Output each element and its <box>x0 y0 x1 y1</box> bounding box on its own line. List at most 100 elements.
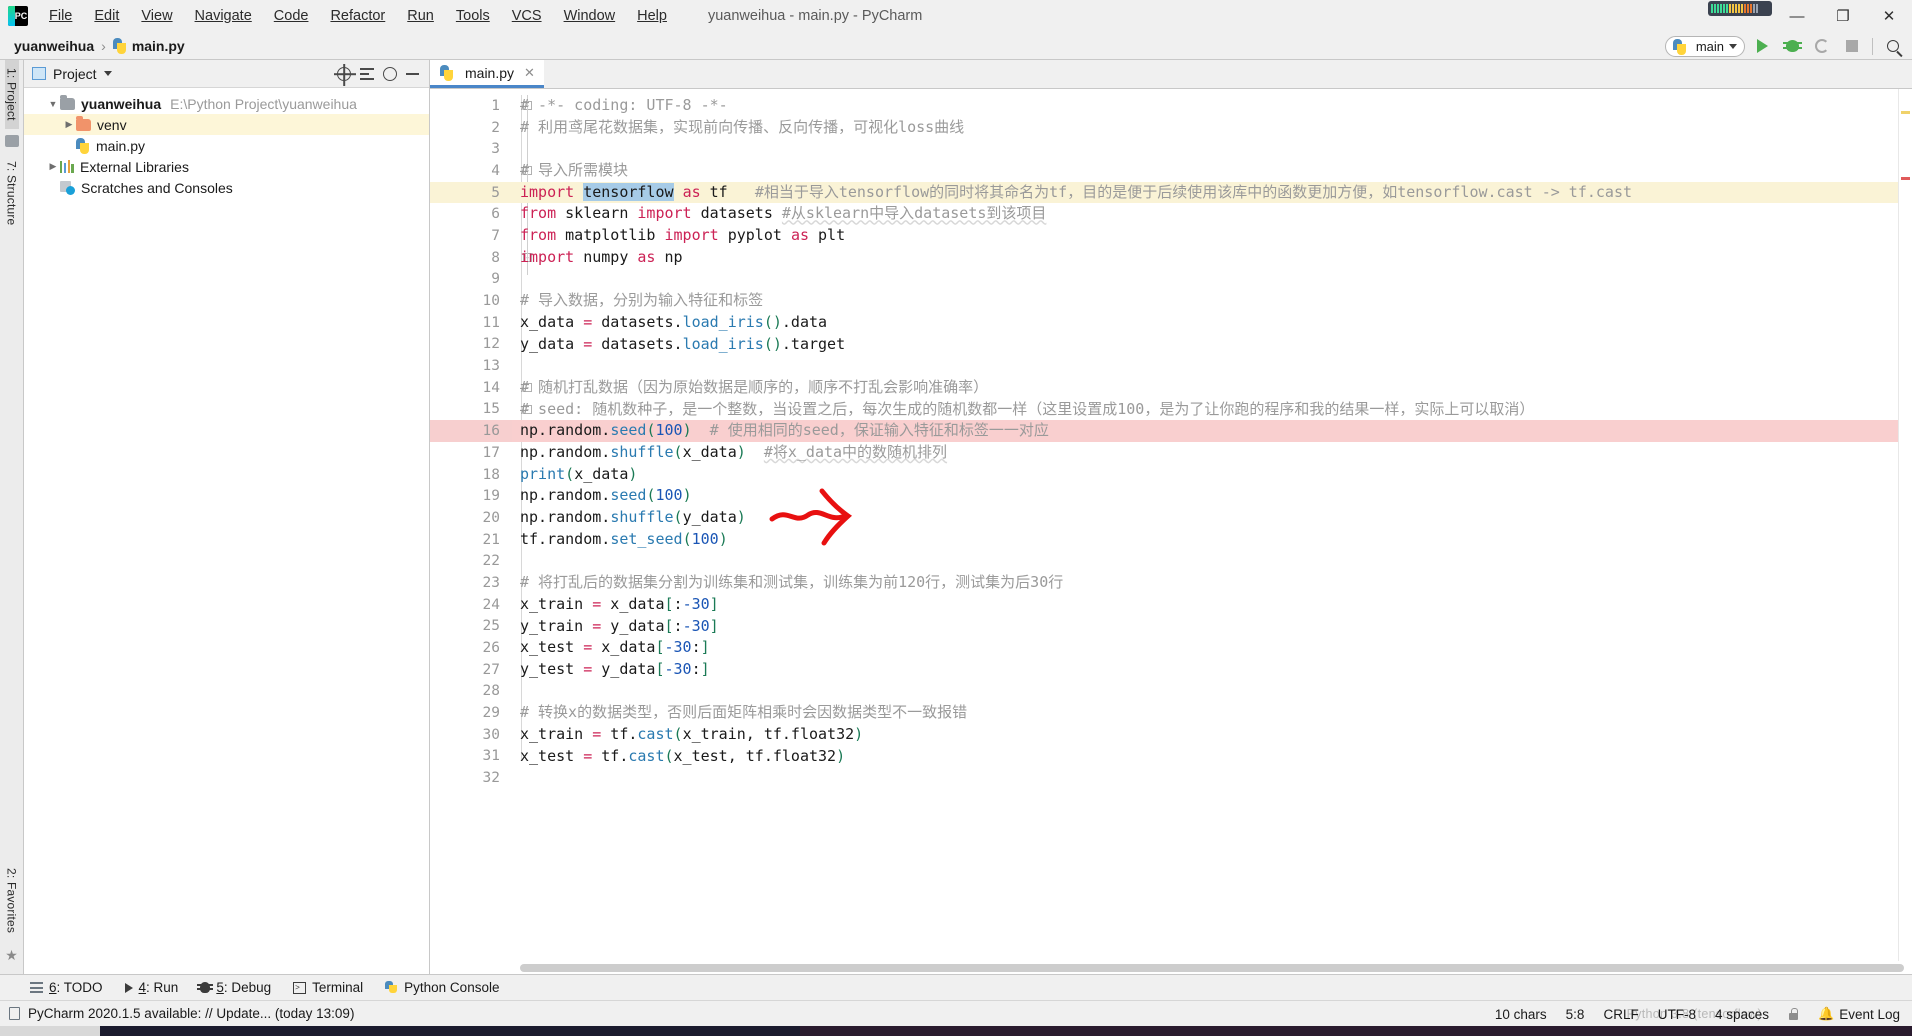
sidebar-item-project[interactable]: 1: Project <box>4 60 19 129</box>
code-line-27[interactable]: y_test = y_data[-30:] <box>512 659 1898 681</box>
code-line-2[interactable]: # 利用鸢尾花数据集，实现前向传播、反向传播，可视化loss曲线 <box>512 117 1898 139</box>
status-message[interactable]: PyCharm 2020.1.5 available: // Update...… <box>28 1006 354 1021</box>
code-line-20[interactable]: np.random.shuffle(y_data) <box>512 507 1898 529</box>
code-line-24[interactable]: x_train = x_data[:-30] <box>512 594 1898 616</box>
menu-item-edit[interactable]: Edit <box>83 4 130 28</box>
gutter-line-13[interactable]: 13 <box>430 355 512 377</box>
debug-button[interactable] <box>1779 34 1805 58</box>
sidebar-item-favorites[interactable]: 2: Favorites <box>5 860 19 941</box>
menu-item-window[interactable]: Window <box>553 4 627 28</box>
gutter-line-20[interactable]: 20 <box>430 507 512 529</box>
gutter-line-12[interactable]: 12 <box>430 334 512 356</box>
gutter-line-32[interactable]: 32 <box>430 767 512 789</box>
tool-window-python-console[interactable]: Python Console <box>385 980 499 995</box>
gutter-line-22[interactable]: 22 <box>430 550 512 572</box>
tree-item-main-py[interactable]: main.py <box>24 135 429 156</box>
code-line-19[interactable]: np.random.seed(100) <box>512 485 1898 507</box>
gutter-line-26[interactable]: 26 <box>430 637 512 659</box>
gutter-line-7[interactable]: 7 <box>430 225 512 247</box>
gutter-line-18[interactable]: 18 <box>430 464 512 486</box>
editor-marker-gutter[interactable] <box>1898 89 1912 961</box>
code-line-5[interactable]: import tensorflow as tf #相当于导入tensorflow… <box>512 181 1898 204</box>
gutter-line-27[interactable]: 27 <box>430 659 512 681</box>
gutter-line-30[interactable]: 30 <box>430 724 512 746</box>
gutter-line-23[interactable]: 23 <box>430 572 512 594</box>
chevron-expanded-icon[interactable]: ▼ <box>46 99 60 109</box>
tool-window-run[interactable]: 4: Run <box>124 980 178 995</box>
close-button[interactable]: ✕ <box>1866 0 1912 32</box>
gutter-line-2[interactable]: 2 <box>430 117 512 139</box>
menu-item-tools[interactable]: Tools <box>445 4 501 28</box>
code-line-13[interactable] <box>512 355 1898 377</box>
tree-item-yuanweihua[interactable]: ▼ yuanweihua E:\Python Project\yuanweihu… <box>24 93 429 114</box>
gutter-line-8[interactable]: 8- <box>430 247 532 269</box>
chevron-collapsed-icon[interactable]: ▶ <box>62 119 76 130</box>
run-button[interactable] <box>1749 34 1775 58</box>
gutter-line-14[interactable]: 14- <box>430 377 532 399</box>
menu-item-run[interactable]: Run <box>396 4 445 28</box>
gutter-line-10[interactable]: 10 <box>430 290 512 312</box>
chevron-down-icon[interactable] <box>103 71 112 76</box>
code-line-22[interactable] <box>512 550 1898 572</box>
code-line-18[interactable]: print(x_data) <box>512 464 1898 486</box>
gutter-line-17[interactable]: 17 <box>430 442 512 464</box>
gutter-line-16[interactable]: 16 <box>430 420 528 442</box>
tree-item-scratches[interactable]: Scratches and Consoles <box>24 177 429 198</box>
code-line-26[interactable]: x_test = x_data[-30:] <box>512 637 1898 659</box>
gutter-line-24[interactable]: 24 <box>430 594 512 616</box>
breadcrumb-file[interactable]: main.py <box>132 38 185 54</box>
code-line-8[interactable]: import numpy as np <box>512 247 1898 269</box>
status-line-separator[interactable]: CRLF <box>1603 1007 1638 1022</box>
gutter-line-29[interactable]: 29 <box>430 702 512 724</box>
gutter-line-9[interactable]: 9 <box>430 269 512 291</box>
gear-icon[interactable] <box>383 67 397 81</box>
run-configuration-selector[interactable]: main <box>1664 35 1745 57</box>
collapse-all-icon[interactable] <box>360 68 374 80</box>
code-line-14[interactable]: # 随机打乱数据（因为原始数据是顺序的，顺序不打乱会影响准确率） <box>512 377 1898 399</box>
chevron-collapsed-icon[interactable]: ▶ <box>46 161 60 172</box>
event-log-button[interactable]: 🔔 Event Log <box>1818 1006 1900 1022</box>
breadcrumb-project[interactable]: yuanweihua <box>14 38 94 54</box>
horizontal-scrollbar-track[interactable] <box>430 961 1912 974</box>
status-message-area[interactable]: PyCharm 2020.1.5 available: // Update...… <box>0 1006 354 1021</box>
code-line-25[interactable]: y_train = y_data[:-30] <box>512 616 1898 638</box>
horizontal-scrollbar-thumb[interactable] <box>520 963 1904 972</box>
tree-item-external-libraries[interactable]: ▶ External Libraries <box>24 156 429 177</box>
tool-window-debug[interactable]: 5: Debug <box>197 980 271 995</box>
gutter-line-1[interactable]: 1- <box>430 95 532 117</box>
gutter-line-4[interactable]: 4- <box>430 160 532 182</box>
gutter-line-19[interactable]: 19 <box>430 485 512 507</box>
gutter-line-11[interactable]: 11 <box>430 312 512 334</box>
tab-main-py[interactable]: main.py ✕ <box>430 60 544 88</box>
search-everywhere-button[interactable] <box>1880 34 1906 58</box>
code-line-3[interactable] <box>512 138 1898 160</box>
menu-item-refactor[interactable]: Refactor <box>319 4 396 28</box>
gutter-line-25[interactable]: 25 <box>430 616 512 638</box>
minimize-button[interactable]: — <box>1774 0 1820 32</box>
code-line-9[interactable] <box>512 269 1898 291</box>
marker-breakpoint[interactable] <box>1901 177 1910 180</box>
gutter-line-21[interactable]: 21 <box>430 529 512 551</box>
select-opened-file-icon[interactable] <box>337 67 351 81</box>
code-line-16[interactable]: np.random.seed(100) # 使用相同的seed，保证输入特征和标… <box>512 420 1898 442</box>
status-indent[interactable]: 4 spaces <box>1715 1007 1769 1022</box>
tree-item-venv[interactable]: ▶ venv <box>24 114 429 135</box>
menu-item-navigate[interactable]: Navigate <box>184 4 263 28</box>
gutter-line-3[interactable]: 3 <box>430 138 512 160</box>
code-line-23[interactable]: # 将打乱后的数据集分割为训练集和测试集，训练集为前120行，测试集为后30行 <box>512 572 1898 594</box>
stop-button[interactable] <box>1839 34 1865 58</box>
code-content[interactable]: # -*- coding: UTF-8 -*- # 利用鸢尾花数据集，实现前向传播… <box>512 89 1898 961</box>
code-line-28[interactable] <box>512 681 1898 703</box>
menu-item-help[interactable]: Help <box>626 4 678 28</box>
code-line-1[interactable]: # -*- coding: UTF-8 -*- <box>512 95 1898 117</box>
code-line-30[interactable]: x_train = tf.cast(x_train, tf.float32) <box>512 724 1898 746</box>
lock-icon[interactable] <box>1788 1008 1799 1020</box>
close-icon[interactable]: ✕ <box>524 65 535 81</box>
status-caret-position[interactable]: 5:8 <box>1566 1007 1585 1022</box>
code-line-11[interactable]: x_data = datasets.load_iris().data <box>512 312 1898 334</box>
run-with-coverage-button[interactable] <box>1809 34 1835 58</box>
menu-item-code[interactable]: Code <box>263 4 320 28</box>
code-line-10[interactable]: # 导入数据，分别为输入特征和标签 <box>512 290 1898 312</box>
editor-viewport[interactable]: 1-234-5-678-91011121314-15-1617181920212… <box>430 89 1912 961</box>
code-line-31[interactable]: x_test = tf.cast(x_test, tf.float32) <box>512 746 1898 768</box>
